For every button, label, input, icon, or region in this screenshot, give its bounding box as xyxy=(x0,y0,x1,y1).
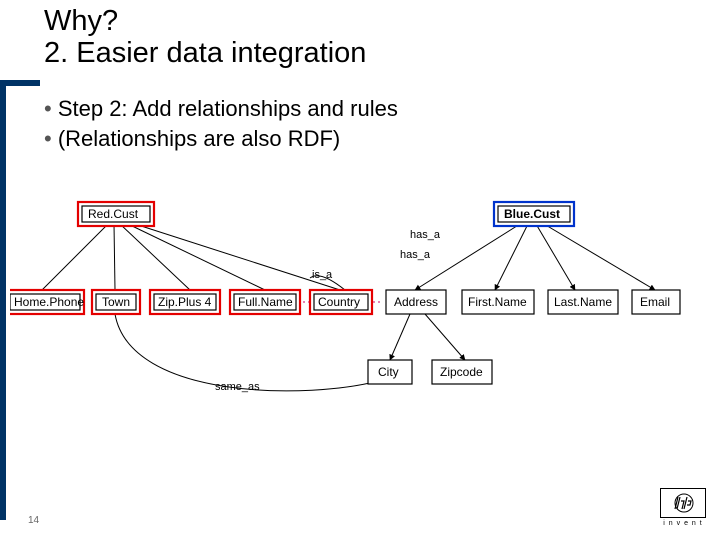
slide-corner-bar xyxy=(6,80,40,86)
node-label: Town xyxy=(102,295,130,309)
node-last-name: Last.Name xyxy=(548,290,618,314)
node-label: Red.Cust xyxy=(88,207,139,221)
bullet-list: Step 2: Add relationships and rules (Rel… xyxy=(44,94,684,153)
node-home-phone: Home.Phone xyxy=(10,290,84,314)
node-label: Zipcode xyxy=(440,365,483,379)
node-city: City xyxy=(368,360,412,384)
edge-bluecust-firstname xyxy=(495,224,528,290)
node-label: Country xyxy=(318,295,360,309)
edge-address-city xyxy=(390,314,410,360)
node-label: Home.Phone xyxy=(14,295,84,309)
rdf-diagram: has_a has_a is_a same_as Red.Cust Blue.C… xyxy=(10,190,710,420)
node-label: Last.Name xyxy=(554,295,612,309)
edge-label-is-a: is_a xyxy=(312,269,333,281)
node-label: Blue.Cust xyxy=(504,207,560,221)
bullet-item: Step 2: Add relationships and rules xyxy=(44,94,684,124)
node-label: Full.Name xyxy=(238,295,293,309)
bullet-item: (Relationships are also RDF) xyxy=(44,124,684,154)
node-email: Email xyxy=(632,290,680,314)
edge-bluecust-email xyxy=(544,224,655,290)
edge-address-zipcode xyxy=(425,314,465,360)
node-first-name: First.Name xyxy=(462,290,534,314)
slide-title: Why? 2. Easier data integration xyxy=(44,6,684,70)
hp-logo-icon xyxy=(669,493,699,513)
slide-left-bar xyxy=(0,80,6,520)
edge-label-has-a-2: has_a xyxy=(400,249,431,261)
edge-redcust-homephone xyxy=(42,224,108,290)
node-address: Address xyxy=(386,290,446,314)
hp-logo-box xyxy=(660,488,706,518)
edge-redcust-town xyxy=(114,224,115,290)
node-label: Zip.Plus 4 xyxy=(158,295,212,309)
edge-bluecust-lastname xyxy=(536,224,575,290)
edge-label-has-a-1: has_a xyxy=(410,229,441,241)
node-label: City xyxy=(378,365,399,379)
edge-redcust-country xyxy=(135,224,340,290)
edge-label-same-as: same_as xyxy=(215,381,260,393)
node-full-name: Full.Name xyxy=(230,290,300,314)
title-line-1: Why? xyxy=(44,6,684,38)
hp-logo: i n v e n t xyxy=(660,488,706,532)
node-label: Address xyxy=(394,295,438,309)
edge-redcust-zipplus4 xyxy=(120,224,190,290)
hp-logo-tagline: i n v e n t xyxy=(660,520,706,527)
edge-is-a: is_a xyxy=(310,269,345,290)
node-zipcode: Zipcode xyxy=(432,360,492,384)
page-number: 14 xyxy=(28,515,39,526)
node-red-cust: Red.Cust xyxy=(78,202,154,226)
edge-redcust-fullname xyxy=(128,224,265,290)
title-line-2: 2. Easier data integration xyxy=(44,38,684,70)
edge-same-as: same_as xyxy=(115,314,382,393)
node-label: First.Name xyxy=(468,295,527,309)
node-zip-plus4: Zip.Plus 4 xyxy=(150,290,220,314)
node-label: Email xyxy=(640,295,670,309)
node-country: Country xyxy=(310,290,372,314)
node-town: Town xyxy=(92,290,140,314)
node-blue-cust: Blue.Cust xyxy=(494,202,574,226)
